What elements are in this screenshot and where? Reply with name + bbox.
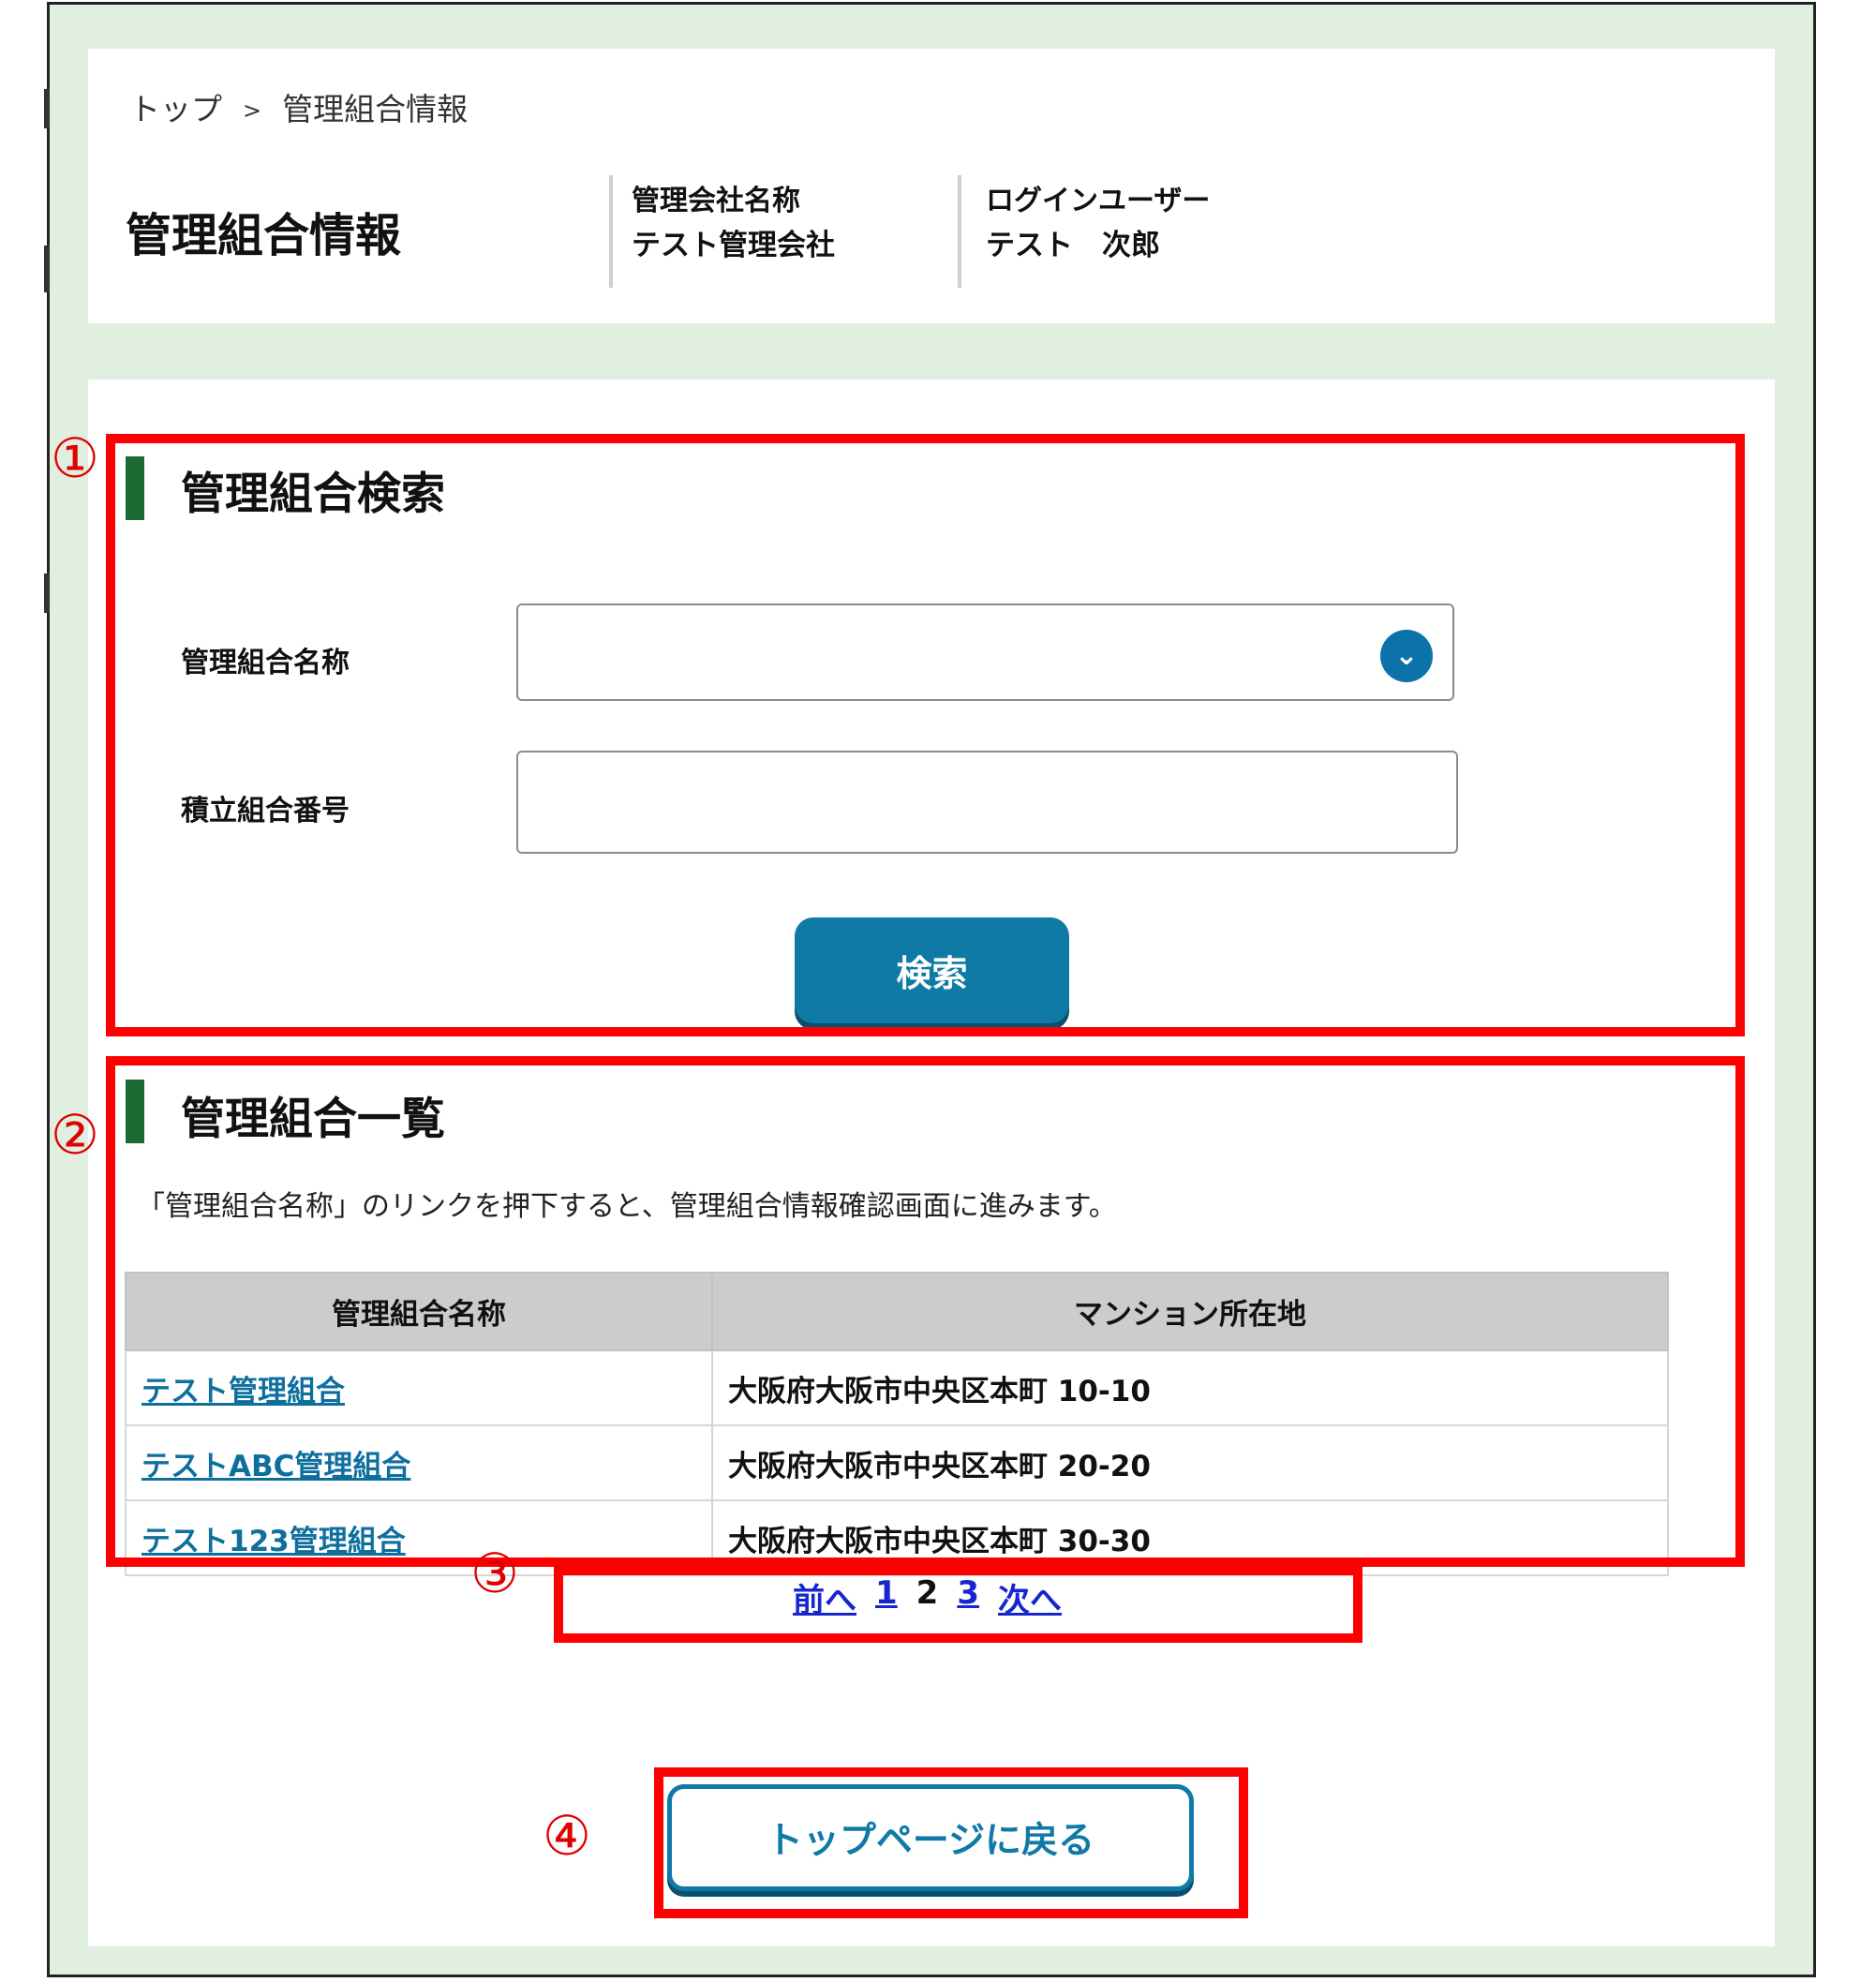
pagination-page-current: 2 [916,1574,939,1612]
search-button[interactable]: 検索 [795,917,1069,1023]
address-cell: 大阪府大阪市中央区本町 20-20 [711,1424,1669,1501]
address-cell: 大阪府大阪市中央区本町 30-30 [711,1499,1669,1576]
pagination-page-3[interactable]: 3 [957,1574,979,1620]
frame-edge-mark [44,574,50,613]
list-section-title: 管理組合一覧 [181,1094,445,1145]
section-accent-bar [126,456,144,520]
breadcrumb: トップ > 管理組合情報 [129,84,468,129]
table-header-row: 管理組合名称 マンション所在地 [125,1272,1669,1351]
breadcrumb-separator: > [243,97,262,124]
company-value: テスト管理会社 [632,229,835,262]
annotation-marker-1: ① [51,426,99,490]
union-name-link[interactable]: テスト123管理組合 [141,1525,406,1558]
fund-number-label: 積立組合番号 [181,795,350,827]
header-divider [609,175,613,288]
pagination-prev[interactable]: 前へ [793,1574,856,1620]
page-title: 管理組合情報 [126,209,402,262]
annotation-marker-3: ③ [470,1542,519,1605]
breadcrumb-current: 管理組合情報 [282,91,469,127]
login-user-value: テスト 次郎 [986,229,1160,262]
union-name-cell: テスト管理組合 [125,1349,713,1426]
fund-number-input[interactable] [516,751,1458,854]
union-name-cell: テスト123管理組合 [125,1499,713,1576]
frame-edge-mark [44,89,50,128]
annotation-marker-4: ④ [543,1804,591,1868]
table-row: テスト123管理組合 大阪府大阪市中央区本町 30-30 [125,1499,1669,1576]
header-panel: トップ > 管理組合情報 管理組合情報 管理会社名称 テスト管理会社 ログインユ… [88,49,1775,323]
list-description: 「管理組合名称」のリンクを押下すると、管理組合情報確認画面に進みます。 [137,1190,1117,1223]
union-name-link[interactable]: テストABC管理組合 [141,1450,410,1483]
company-label: 管理会社名称 [632,185,800,217]
breadcrumb-home[interactable]: トップ [129,84,222,129]
frame-edge-mark [44,246,50,292]
search-section-title: 管理組合検索 [181,469,445,520]
chevron-down-icon[interactable]: ⌄ [1380,630,1433,682]
column-header-address: マンション所在地 [711,1272,1669,1351]
login-user-label: ログインユーザー [986,185,1211,217]
back-to-top-button[interactable]: トップページに戻る [667,1784,1194,1891]
pagination-next[interactable]: 次へ [998,1574,1062,1620]
annotation-marker-2: ② [51,1103,99,1167]
table-row: テストABC管理組合 大阪府大阪市中央区本町 20-20 [125,1424,1669,1501]
union-name-link[interactable]: テスト管理組合 [141,1375,345,1408]
section-accent-bar [126,1080,144,1143]
header-divider [958,175,961,288]
pagination: 前へ 1 2 3 次へ [793,1574,1080,1620]
column-header-name: 管理組合名称 [125,1272,713,1351]
union-name-select[interactable]: ⌄ [516,604,1454,701]
address-cell: 大阪府大阪市中央区本町 10-10 [711,1349,1669,1426]
union-name-cell: テストABC管理組合 [125,1424,713,1501]
union-table: 管理組合名称 マンション所在地 テスト管理組合 大阪府大阪市中央区本町 10-1… [125,1272,1669,1576]
pagination-page-1[interactable]: 1 [875,1574,898,1620]
table-row: テスト管理組合 大阪府大阪市中央区本町 10-10 [125,1349,1669,1426]
union-name-label: 管理組合名称 [181,647,350,679]
